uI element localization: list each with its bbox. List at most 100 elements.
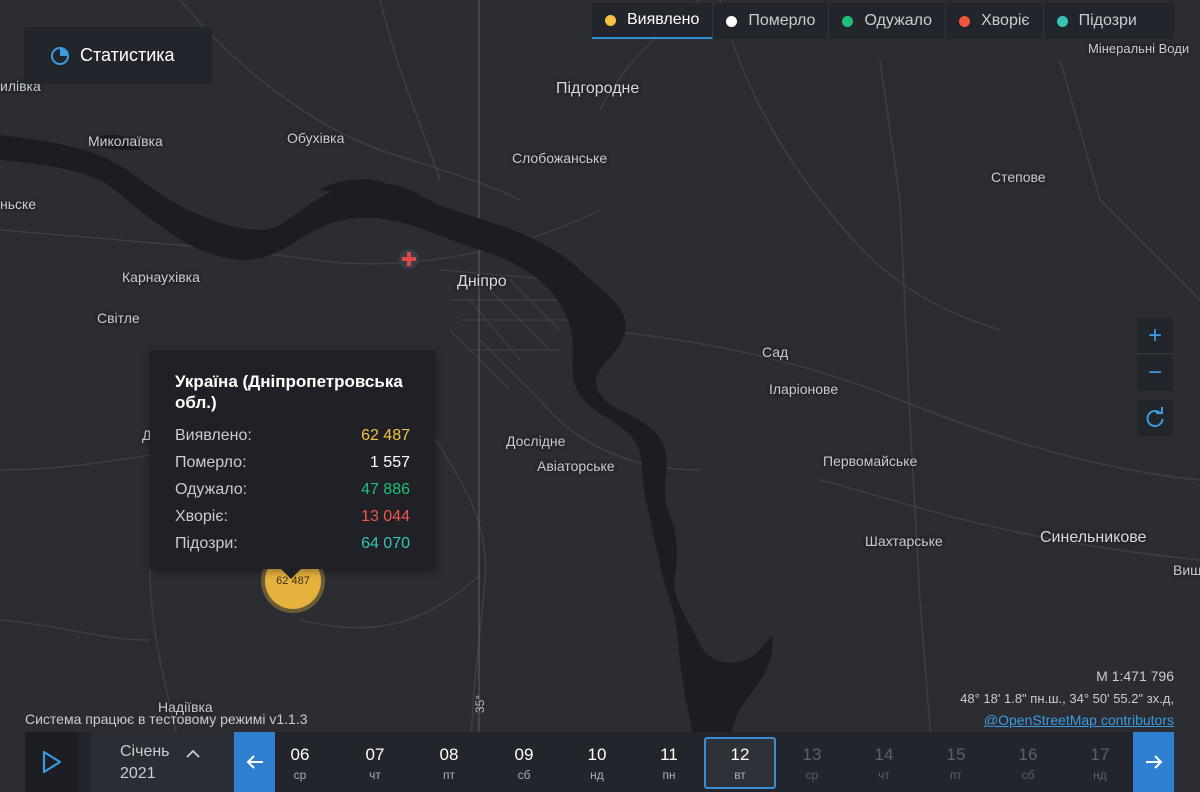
- legend-item-died[interactable]: Померло: [713, 3, 830, 39]
- day-number: 16: [1018, 745, 1038, 764]
- place-label: Синельникове: [1040, 529, 1147, 546]
- legend-dot: [1056, 15, 1068, 27]
- legend-dot: [842, 15, 854, 27]
- tooltip-row-value: 62 487: [361, 426, 410, 444]
- day-cell-disabled: 16 сб: [992, 732, 1064, 792]
- zoom-in-button[interactable]: +: [1137, 318, 1173, 354]
- day-number: 06: [290, 745, 310, 764]
- legend-dot: [959, 15, 971, 27]
- play-button[interactable]: [25, 732, 79, 792]
- legend-item-suspected[interactable]: Підозри: [1044, 3, 1150, 39]
- legend-item-detected[interactable]: Виявлено: [592, 3, 714, 39]
- tooltip-row-label: Хворіє:: [175, 507, 228, 525]
- place-label: Шахтарське: [865, 533, 943, 549]
- region-tooltip: Україна (Дніпропетровська обл.) Виявлено…: [150, 351, 435, 579]
- osm-attribution-link[interactable]: @OpenStreetMap contributors: [984, 712, 1174, 728]
- place-label: Миколаївка: [88, 133, 163, 149]
- place-label: Мінеральні Води: [1088, 41, 1190, 56]
- day-cell-selected[interactable]: 12 вт: [704, 737, 776, 789]
- tooltip-row-label: Померло:: [175, 453, 247, 471]
- system-status-message: Система працює в тестовому режимі v1.1.3: [25, 711, 308, 727]
- tooltip-row: Одужало: 47 886: [175, 476, 410, 503]
- place-label: Виш: [1173, 562, 1200, 578]
- legend-dot: [605, 14, 616, 26]
- day-cell-disabled: 14 чт: [848, 732, 920, 792]
- day-number: 08: [439, 745, 459, 764]
- tooltip-row-label: Підозри:: [175, 534, 238, 552]
- place-label: Сад: [762, 344, 789, 360]
- tooltip-row-value: 64 070: [361, 534, 410, 552]
- month-label: Січень: [120, 743, 170, 760]
- tooltip-row-value: 13 044: [361, 507, 410, 525]
- place-label: Підгородне: [556, 80, 640, 97]
- place-label: Дослідне: [506, 433, 566, 449]
- refresh-icon: [1144, 407, 1166, 429]
- day-weekday: пт: [950, 768, 962, 782]
- timeline-bar: Січень 2021 06 ср 07 чт 08 пт 09 сб 10 н…: [25, 732, 1174, 792]
- day-cell[interactable]: 11 пн: [633, 732, 705, 792]
- zoom-out-button[interactable]: −: [1137, 355, 1173, 391]
- tooltip-row: Виявлено: 62 487: [175, 422, 410, 449]
- day-number: 15: [946, 745, 966, 764]
- legend-item-recovered[interactable]: Одужало: [829, 3, 947, 39]
- day-cell[interactable]: 07 чт: [339, 732, 411, 792]
- map-scale: М 1:471 796: [1096, 668, 1174, 684]
- place-label: Світле: [97, 310, 140, 326]
- day-number: 07: [365, 745, 385, 764]
- tooltip-row-value: 1 557: [369, 453, 410, 471]
- place-label: Обухівка: [287, 130, 345, 146]
- day-weekday: нд: [1093, 768, 1107, 782]
- day-weekday: ср: [293, 768, 307, 782]
- cursor-coordinates: 48° 18' 1.8" пн.ш., 34° 50' 55.2" зх.д,: [960, 691, 1174, 706]
- tooltip-title: Україна (Дніпропетровська обл.): [175, 372, 403, 412]
- day-cell-disabled: 15 пт: [920, 732, 992, 792]
- legend-label: Одужало: [864, 12, 933, 29]
- month-selector[interactable]: Січень 2021: [91, 732, 234, 792]
- tooltip-row-label: Одужало:: [175, 480, 248, 498]
- day-strip: 06 ср 07 чт 08 пт 09 сб 10 нд 11 пн 12 в…: [275, 732, 1132, 792]
- place-label: ньске: [0, 196, 37, 212]
- day-number: 09: [514, 745, 534, 764]
- day-cell[interactable]: 09 сб: [488, 732, 560, 792]
- day-weekday: пт: [443, 768, 455, 782]
- tooltip-row-value: 47 886: [361, 480, 410, 498]
- reset-view-button[interactable]: [1137, 400, 1173, 436]
- tooltip-row: Померло: 1 557: [175, 449, 410, 476]
- next-day-button[interactable]: [1133, 732, 1174, 792]
- play-icon: [42, 750, 62, 774]
- day-number: 17: [1090, 745, 1110, 764]
- legend-dot: [726, 15, 738, 27]
- day-cell-disabled: 13 ср: [776, 732, 848, 792]
- tooltip-row: Хворіє: 13 044: [175, 503, 410, 530]
- place-label: Слобожанське: [512, 150, 608, 166]
- legend-item-sick[interactable]: Хворіє: [946, 3, 1044, 39]
- day-weekday: вт: [734, 768, 746, 782]
- day-number: 11: [660, 745, 678, 764]
- day-cell[interactable]: 10 нд: [561, 732, 633, 792]
- meridian-label: 35°: [473, 694, 488, 714]
- day-cell[interactable]: 08 пт: [413, 732, 485, 792]
- day-cell-disabled: 17 нд: [1064, 732, 1136, 792]
- legend-filter-bar: Виявлено Померло Одужало Хворіє Підозри: [592, 3, 1174, 39]
- day-weekday: нд: [590, 768, 604, 782]
- pie-chart-icon: [50, 46, 70, 66]
- legend-label: Хворіє: [981, 12, 1030, 29]
- arrow-right-icon: [1145, 754, 1163, 770]
- place-label: Карнаухівка: [122, 269, 200, 285]
- tooltip-row-label: Виявлено:: [175, 426, 252, 444]
- day-number: 14: [874, 745, 894, 764]
- day-weekday: ср: [805, 768, 819, 782]
- place-label: Авіаторське: [537, 458, 615, 474]
- statistics-button[interactable]: Статистика: [24, 27, 212, 84]
- day-weekday: пн: [662, 768, 676, 782]
- day-cell[interactable]: 06 ср: [264, 732, 336, 792]
- place-label: Первомайське: [823, 453, 918, 469]
- place-label: Іларіонове: [769, 381, 839, 397]
- day-number: 12: [730, 745, 750, 764]
- legend-label: Підозри: [1078, 12, 1137, 29]
- legend-label: Померло: [748, 12, 816, 29]
- day-weekday: чт: [369, 768, 381, 782]
- day-number: 13: [802, 745, 822, 764]
- place-label: Дніпро: [457, 273, 507, 290]
- arrow-left-icon: [246, 754, 264, 770]
